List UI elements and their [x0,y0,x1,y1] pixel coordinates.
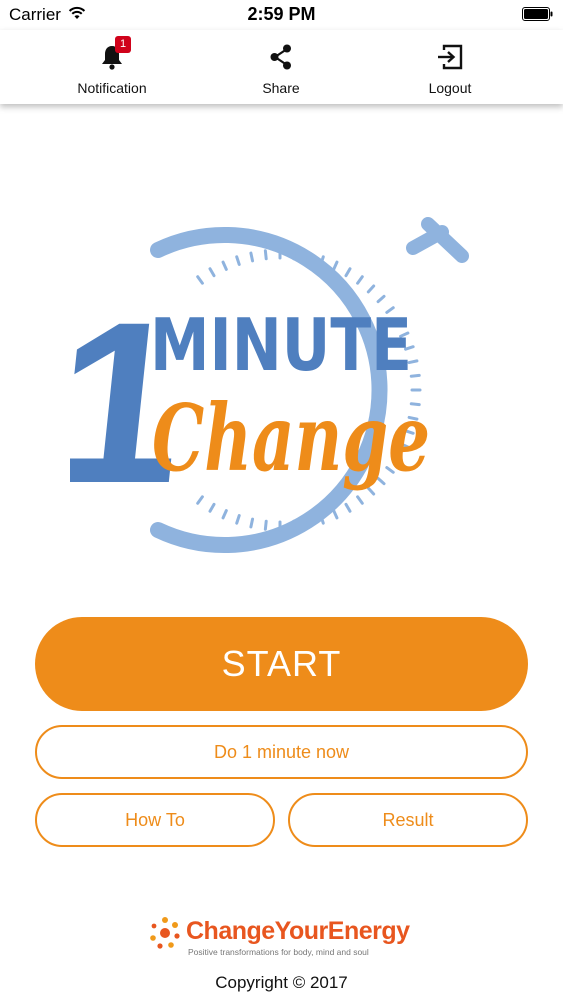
clock-tick [305,517,311,529]
logout-icon [438,44,463,70]
start-button[interactable]: START [35,617,528,711]
one-minute-change-logo: 1 MINUTE Change [70,217,469,553]
clock-tick [249,517,255,529]
battery-icon [522,7,553,21]
clock-tick [221,260,228,271]
clock-tick [305,251,311,263]
energy-dots-icon [150,917,180,949]
clock-tick [249,251,255,263]
clock-tick [332,509,339,520]
clock-tick [208,267,216,278]
copyright-text: Copyright © 2017 [215,973,348,992]
share-label: Share [262,80,300,96]
clock-tick [235,255,241,266]
status-bar: Carrier 2:59 PM [0,0,563,30]
clock-tick [356,495,364,505]
how-to-button[interactable]: How To [35,793,275,847]
notification-label: Notification [77,80,147,96]
result-button[interactable]: Result [288,793,528,847]
logout-label: Logout [428,80,472,96]
clock-tick [292,519,297,531]
top-nav: 1 Notification Share Logout [0,30,563,104]
notification-badge: 1 [115,36,131,53]
notification-button[interactable]: 1 Notification [52,30,172,104]
clock-tick [196,495,204,505]
clock-tick [332,260,339,271]
logout-button[interactable]: Logout [390,30,510,104]
clock-tick [208,502,216,513]
clock-tick [235,514,241,525]
clock-tick [356,275,364,285]
clock-tick [221,509,228,520]
status-time: 2:59 PM [247,4,316,24]
clock-tick [263,249,268,261]
clock-tick [196,275,204,285]
clock-tick [344,502,352,513]
do-one-minute-now-button[interactable]: Do 1 minute now [35,725,528,779]
brand-tagline: Positive transformations for body, mind … [188,947,369,957]
change-your-energy-logo: ChangeYourEnergy Positive transformation… [148,912,418,964]
logo-minute-word: MINUTE [150,303,412,387]
share-icon [270,44,291,70]
logo-change-word: Change [152,384,430,492]
share-button[interactable]: Share [221,30,341,104]
clock-tick [409,373,421,378]
clock-tick [263,519,268,531]
brand-name: ChangeYourEnergy [186,917,410,945]
clock-tick [292,249,297,261]
clock-tick [344,267,352,278]
clock-tick [366,284,376,294]
clock-tick [376,294,386,304]
